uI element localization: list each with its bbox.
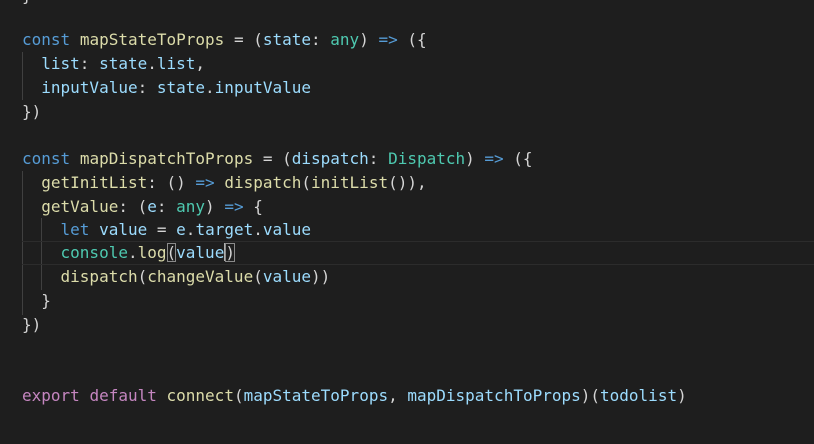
token: : (79, 54, 100, 73)
token: const (22, 30, 71, 49)
token: : ( (118, 197, 148, 216)
token: inputValue (214, 78, 311, 97)
token: list (41, 54, 80, 73)
token: export (22, 386, 80, 405)
token: = ( (224, 30, 263, 49)
token: = (147, 220, 177, 239)
token: state (262, 30, 312, 49)
token: dispatch (224, 173, 302, 192)
code-line-13: }) (22, 313, 41, 337)
code-line-10: console.log(value) (22, 241, 235, 265)
code-line-4: }) (22, 100, 41, 124)
token: . (127, 243, 138, 262)
token: } (22, 0, 32, 5)
code-line-0: } (22, 0, 32, 8)
token: state (99, 54, 148, 73)
code-line-9: let value = e.target.value (22, 218, 312, 242)
token: { (243, 197, 263, 216)
token: default (89, 386, 157, 405)
bracket-match: ) (225, 243, 235, 262)
token: = ( (253, 149, 292, 168)
token: : (137, 78, 157, 97)
token: : (368, 149, 389, 168)
token: any (330, 30, 360, 49)
token: list (156, 54, 196, 73)
token: changeValue (147, 267, 254, 286)
token: , (195, 54, 206, 73)
token: ( (253, 267, 263, 286)
token: mapDispatchToProps (79, 149, 254, 168)
token: : (156, 197, 177, 216)
token: ()), (388, 173, 427, 192)
token: => (195, 173, 215, 192)
code-line-8: getValue: (e: any) => { (22, 195, 263, 219)
token: state (156, 78, 206, 97)
token: log (137, 243, 167, 262)
token: . (253, 220, 263, 239)
bracket-match: ( (166, 243, 177, 262)
token: ) (205, 197, 225, 216)
token: const (22, 149, 71, 168)
token: . (147, 54, 157, 73)
token: mapStateToProps (243, 386, 389, 405)
token: ( (137, 267, 148, 286)
token: : (311, 30, 331, 49)
token: todolist (600, 386, 678, 405)
token: ({ (397, 30, 427, 49)
token: } (41, 291, 51, 310)
token: e (147, 197, 157, 216)
token: ) (677, 386, 687, 405)
token: ) (359, 30, 379, 49)
token: target (195, 220, 254, 239)
token: : () (147, 173, 196, 192)
token: value (262, 220, 312, 239)
code-line-6: const mapDispatchToProps = (dispatch: Di… (22, 147, 533, 171)
token: value (99, 220, 148, 239)
token: , (388, 386, 408, 405)
token: ) (465, 149, 485, 168)
code-line-16: export default connect(mapStateToProps, … (22, 384, 687, 408)
token: dispatch (291, 149, 369, 168)
token: ( (301, 173, 312, 192)
code-line-11: dispatch(changeValue(value)) (22, 265, 331, 289)
token: any (176, 197, 206, 216)
token: . (205, 78, 215, 97)
token: getValue (41, 197, 119, 216)
code-line-3: inputValue: state.inputValue (22, 76, 311, 100)
token: => (224, 197, 244, 216)
token: => (484, 149, 504, 168)
token: e (176, 220, 186, 239)
token: getInitList (41, 173, 148, 192)
token: dispatch (60, 267, 138, 286)
token: mapStateToProps (79, 30, 225, 49)
token: => (378, 30, 398, 49)
token: }) (22, 102, 42, 121)
token: mapDispatchToProps (407, 386, 581, 405)
token: )( (580, 386, 601, 405)
token: Dispatch (388, 149, 466, 168)
token: value (176, 243, 225, 262)
token: )) (311, 267, 331, 286)
token: console (60, 243, 128, 262)
token: }) (22, 315, 42, 334)
token: ({ (503, 149, 533, 168)
token: connect (166, 386, 234, 405)
code-editor[interactable]: } const mapStateToProps = (state: any) =… (0, 0, 814, 444)
code-line-2: list: state.list, (22, 52, 205, 76)
token: . (185, 220, 196, 239)
token: inputValue (41, 78, 138, 97)
token: ( (233, 386, 244, 405)
token: initList (311, 173, 389, 192)
token: let (60, 220, 90, 239)
code-line-12: } (22, 289, 51, 313)
token: value (262, 267, 312, 286)
code-line-7: getInitList: () => dispatch(initList()), (22, 171, 427, 195)
code-line-1: const mapStateToProps = (state: any) => … (22, 28, 427, 52)
